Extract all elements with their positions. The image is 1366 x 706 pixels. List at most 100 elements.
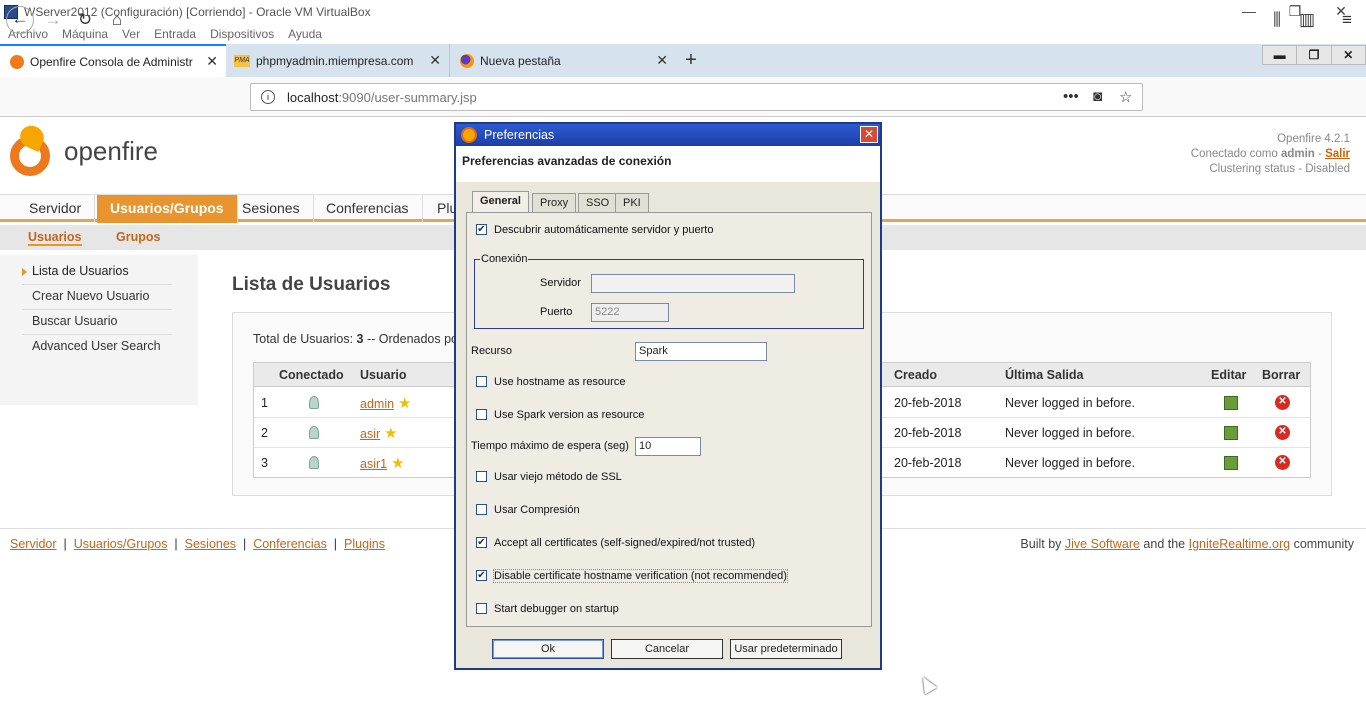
delete-icon[interactable]: ✕ xyxy=(1275,425,1290,440)
tab-openfire[interactable]: Openfire Consola de Administr ✕ xyxy=(0,44,226,77)
library-icon[interactable]: ⫼ xyxy=(1264,8,1290,34)
use-default-button[interactable]: Usar predeterminado xyxy=(730,639,842,659)
col-ultima-salida[interactable]: Última Salida xyxy=(1005,368,1084,382)
new-tab-button[interactable]: + xyxy=(678,44,704,77)
offline-user-icon xyxy=(309,456,319,469)
footer-plugins[interactable]: Plugins xyxy=(344,537,385,551)
tab-phpmyadmin[interactable]: PMA phpmyadmin.miempresa.com ✕ xyxy=(226,44,450,77)
nav-conferencias[interactable]: Conferencias xyxy=(313,195,423,223)
inner-minimize-button[interactable]: ▬ xyxy=(1263,46,1296,64)
footer-servidor[interactable]: Servidor xyxy=(10,537,57,551)
url-bar[interactable]: i localhost:9090/user-summary.jsp ••• ◙ … xyxy=(250,83,1143,111)
clustering-status: Clustering status - Disabled xyxy=(1209,163,1350,175)
tab-pki[interactable]: PKI xyxy=(615,193,649,213)
footer-usuarios-grupos[interactable]: Usuarios/Grupos xyxy=(74,537,168,551)
close-tab-icon[interactable]: ✕ xyxy=(429,52,441,69)
timeout-input[interactable]: 10 xyxy=(635,437,701,456)
nav-usuarios-grupos[interactable]: Usuarios/Grupos xyxy=(97,195,238,223)
last-logout-cell: Never logged in before. xyxy=(1005,396,1135,410)
cancel-button[interactable]: Cancelar xyxy=(611,639,723,659)
reload-icon[interactable]: ↻ xyxy=(72,8,98,34)
tab-new[interactable]: Nueva pestaña ✕ xyxy=(450,44,676,77)
sidebar-item-crear[interactable]: Crear Nuevo Usuario xyxy=(22,285,172,310)
subnav-grupos[interactable]: Grupos xyxy=(116,230,160,244)
resource-input[interactable]: Spark xyxy=(635,342,767,361)
url-text[interactable]: localhost:9090/user-summary.jsp xyxy=(287,90,477,105)
subnav-usuarios[interactable]: Usuarios xyxy=(28,230,82,246)
disable-hostname-label: Disable certificate hostname verificatio… xyxy=(493,569,788,583)
inner-close-button[interactable]: ✕ xyxy=(1330,46,1365,64)
home-icon[interactable]: ⌂ xyxy=(104,8,130,34)
sidebar-item-lista[interactable]: Lista de Usuarios xyxy=(22,260,172,285)
row-number: 3 xyxy=(261,456,268,470)
hamburger-menu-icon[interactable]: ≡ xyxy=(1334,8,1360,34)
vm-menu-bar: Archivo Máquina Ver Entrada Dispositivos… xyxy=(0,24,1366,44)
total-suffix: -- Ordenados po xyxy=(366,332,459,346)
edit-icon[interactable] xyxy=(1224,426,1238,440)
user-link[interactable]: admin xyxy=(360,397,394,411)
menu-entrada[interactable]: Entrada xyxy=(154,27,196,41)
spark-version-checkbox[interactable] xyxy=(476,409,487,420)
more-actions-icon[interactable]: ••• xyxy=(1063,88,1079,105)
logout-link[interactable]: Salir xyxy=(1325,148,1350,160)
footer-links: Servidor | Usuarios/Grupos | Sesiones | … xyxy=(10,537,385,551)
disable-hostname-checkbox[interactable]: ✔ xyxy=(476,570,487,581)
close-tab-icon[interactable]: ✕ xyxy=(206,53,218,70)
tab-proxy[interactable]: Proxy xyxy=(532,193,577,213)
col-creado[interactable]: Creado xyxy=(894,368,937,382)
tab-general[interactable]: General xyxy=(472,191,529,212)
inner-restore-button[interactable]: ❐ xyxy=(1296,46,1330,64)
delete-icon[interactable]: ✕ xyxy=(1275,395,1290,410)
edit-icon[interactable] xyxy=(1224,396,1238,410)
forward-icon[interactable]: → xyxy=(40,8,66,34)
tab-label: phpmyadmin.miempresa.com xyxy=(256,53,414,68)
vm-title-bar: WServer2012 (Configuración) [Corriendo] … xyxy=(0,0,1366,24)
auto-discover-checkbox[interactable]: ✔ xyxy=(476,224,487,235)
back-icon[interactable]: ← xyxy=(6,6,34,34)
timeout-label: Tiempo máximo de espera (seg) xyxy=(471,440,629,452)
info-icon[interactable]: i xyxy=(261,90,275,104)
connected-prefix: Conectado como xyxy=(1190,148,1278,160)
user-link[interactable]: asir1 xyxy=(360,457,387,471)
nav-servidor[interactable]: Servidor xyxy=(16,195,96,223)
user-link[interactable]: asir xyxy=(360,427,380,441)
firefox-icon xyxy=(460,53,474,68)
server-label: Servidor xyxy=(540,277,581,289)
pocket-icon[interactable]: ◙ xyxy=(1093,88,1102,105)
sidebar: Lista de Usuarios Crear Nuevo Usuario Bu… xyxy=(0,255,198,405)
menu-dispositivos[interactable]: Dispositivos xyxy=(210,27,274,41)
dialog-close-button[interactable]: ✕ xyxy=(860,126,878,143)
built-by: Built by xyxy=(1020,537,1062,551)
tab-sso[interactable]: SSO xyxy=(578,193,618,213)
accept-certs-checkbox[interactable]: ✔ xyxy=(476,537,487,548)
hostname-resource-label: Use hostname as resource xyxy=(494,376,626,388)
delete-icon[interactable]: ✕ xyxy=(1275,455,1290,470)
ok-button[interactable]: Ok xyxy=(492,639,604,659)
bookmark-star-icon[interactable]: ☆ xyxy=(1119,88,1132,106)
footer-conferencias[interactable]: Conferencias xyxy=(253,537,327,551)
menu-ayuda[interactable]: Ayuda xyxy=(288,27,322,41)
edit-icon[interactable] xyxy=(1224,456,1238,470)
logo-text: openfire xyxy=(64,135,158,166)
jive-link[interactable]: Jive Software xyxy=(1065,537,1140,551)
close-tab-icon[interactable]: ✕ xyxy=(656,52,668,69)
col-usuario[interactable]: Usuario xyxy=(360,368,407,382)
sidebar-item-advanced[interactable]: Advanced User Search xyxy=(22,335,172,360)
sidebar-toggle-icon[interactable]: ▥ xyxy=(1294,8,1320,34)
server-input[interactable] xyxy=(591,274,795,293)
debugger-checkbox[interactable] xyxy=(476,603,487,614)
port-input[interactable]: 5222 xyxy=(591,303,669,322)
nav-sesiones[interactable]: Sesiones xyxy=(229,195,314,223)
old-ssl-label: Usar viejo método de SSL xyxy=(494,471,622,483)
footer-sesiones[interactable]: Sesiones xyxy=(185,537,236,551)
sidebar-item-buscar[interactable]: Buscar Usuario xyxy=(22,310,172,335)
compression-checkbox[interactable] xyxy=(476,504,487,515)
openfire-icon xyxy=(10,54,24,69)
port-label: Puerto xyxy=(540,306,573,318)
old-ssl-checkbox[interactable] xyxy=(476,471,487,482)
auto-discover-label: Descubrir automáticamente servidor y pue… xyxy=(494,224,714,236)
ignite-link[interactable]: IgniteRealtime.org xyxy=(1189,537,1290,551)
hostname-resource-checkbox[interactable] xyxy=(476,376,487,387)
accept-certs-label: Accept all certificates (self-signed/exp… xyxy=(494,537,756,549)
phpmyadmin-icon: PMA xyxy=(234,54,250,67)
